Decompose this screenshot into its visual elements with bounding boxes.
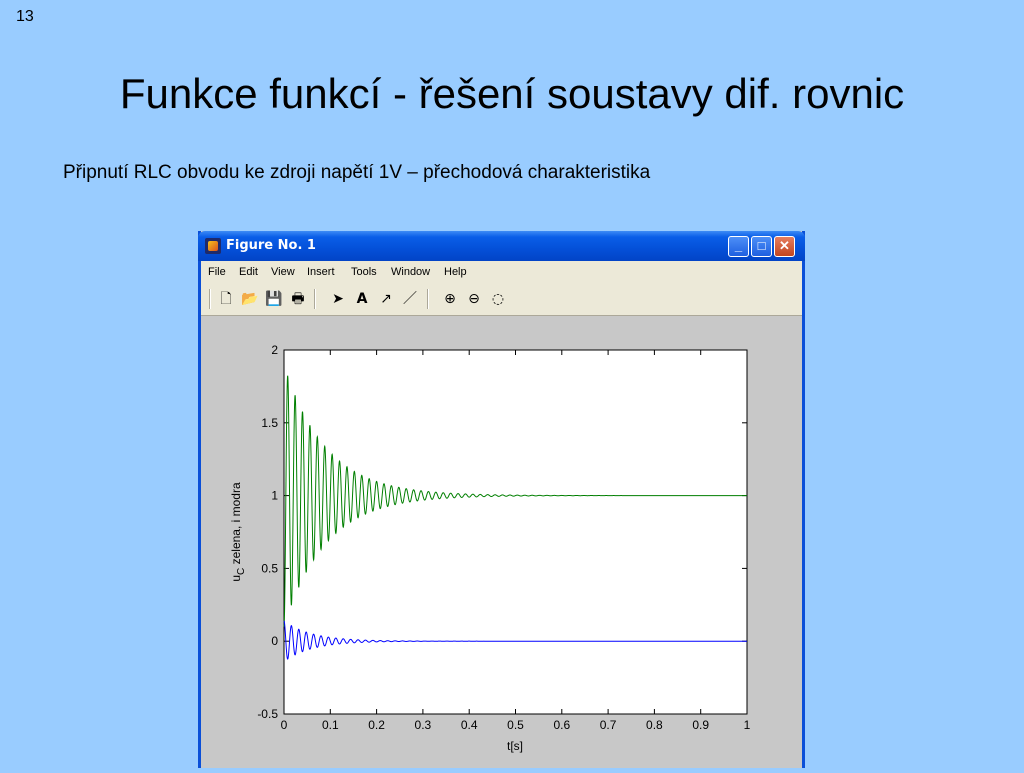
slide-number: 13 <box>16 8 34 25</box>
x-tick-label: 0 <box>281 718 288 732</box>
select-arrow-icon[interactable]: ➤ <box>329 290 347 308</box>
y-tick-label: 1 <box>271 489 278 503</box>
x-tick-label: 0.9 <box>692 718 709 732</box>
menu-insert[interactable]: Insert <box>307 266 335 278</box>
menu-file[interactable]: File <box>208 266 226 278</box>
toolbar: 🗋 📂 💾 🖶 ➤ A ↗ ／ ⊕ ⊖ ◌ <box>201 283 802 316</box>
zoom-out-icon[interactable]: ⊖ <box>465 290 483 308</box>
x-axis-label: t[s] <box>507 739 523 753</box>
close-button[interactable]: ✕ <box>774 236 795 257</box>
insert-line-icon[interactable]: ／ <box>401 290 419 308</box>
maximize-button[interactable]: □ <box>751 236 772 257</box>
menu-view[interactable]: View <box>271 266 295 278</box>
menu-window[interactable]: Window <box>391 266 430 278</box>
x-tick-label: 1 <box>744 718 751 732</box>
window-title: Figure No. 1 <box>226 238 316 253</box>
slide-title: Funkce funkcí - řešení soustavy dif. rov… <box>119 70 905 117</box>
x-tick-label: 0.6 <box>553 718 570 732</box>
y-tick-label: 0 <box>271 634 278 648</box>
menu-tools[interactable]: Tools <box>351 266 377 278</box>
y-tick-label: 1.5 <box>261 416 278 430</box>
y-axis-label: uC zelena, i modra <box>229 482 247 582</box>
toolbar-separator <box>427 289 429 309</box>
x-tick-label: 0.8 <box>646 718 663 732</box>
toolbar-grip <box>209 289 211 309</box>
matlab-app-icon <box>205 238 221 254</box>
y-tick-label: 2 <box>271 343 278 357</box>
figure-window: Figure No. 1 _ □ ✕ File Edit View Insert… <box>198 231 805 768</box>
x-tick-label: 0.2 <box>368 718 385 732</box>
plot-axes: -0.500.511.52 0 0.1 0.2 0.3 0.4 0.5 0.6 0.7 0.8 0… <box>229 343 751 753</box>
y-tick-label: 0.5 <box>261 561 278 575</box>
y-tick-label: -0.5 <box>257 707 278 721</box>
open-folder-icon[interactable]: 📂 <box>241 290 259 308</box>
x-tick-label: 0.4 <box>461 718 478 732</box>
save-icon[interactable]: 💾 <box>265 290 283 308</box>
minimize-button[interactable]: _ <box>728 236 749 257</box>
window-titlebar[interactable]: Figure No. 1 _ □ ✕ <box>198 231 805 261</box>
menubar: File Edit View Insert Tools Window Help <box>201 261 802 283</box>
menu-help[interactable]: Help <box>444 266 467 278</box>
print-icon[interactable]: 🖶 <box>289 290 307 308</box>
new-file-icon[interactable]: 🗋 <box>217 290 235 308</box>
insert-arrow-icon[interactable]: ↗ <box>377 290 395 308</box>
x-tick-label: 0.3 <box>415 718 432 732</box>
x-tick-label: 0.1 <box>322 718 339 732</box>
figure-canvas: -0.5 0 0.5 1 1.5 2 0 0.1 0.2 0.3 0.4 0.5 0.6 0.7 0.8 0… <box>201 316 802 768</box>
toolbar-separator <box>314 289 316 309</box>
menu-edit[interactable]: Edit <box>239 266 258 278</box>
x-tick-label: 0.5 <box>507 718 524 732</box>
x-tick-label: 0.7 <box>600 718 617 732</box>
axes-box <box>283 349 748 715</box>
slide-subtitle: Připnutí RLC obvodu ke zdroji napětí 1V … <box>63 162 651 183</box>
rotate-icon[interactable]: ◌ <box>489 290 507 308</box>
zoom-in-icon[interactable]: ⊕ <box>441 290 459 308</box>
insert-text-icon[interactable]: A <box>353 290 371 308</box>
